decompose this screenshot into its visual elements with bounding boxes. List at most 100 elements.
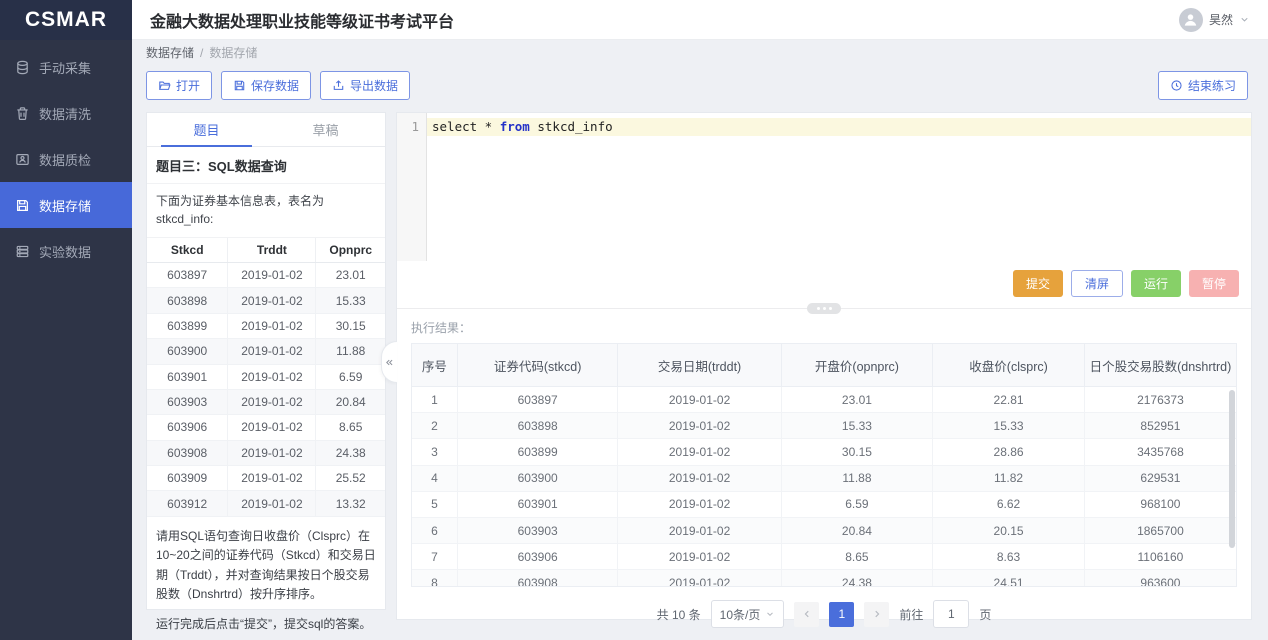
next-page-button[interactable] xyxy=(864,602,889,627)
table-cell: 2019-01-02 xyxy=(618,544,781,570)
save-data-button-label: 保存数据 xyxy=(251,77,299,94)
current-page-button[interactable]: 1 xyxy=(829,602,854,627)
user-name: 昊然 xyxy=(1209,11,1233,28)
table-cell: 2 xyxy=(412,413,457,439)
table-row: 36038992019-01-0230.1528.863435768 xyxy=(412,439,1236,465)
table-cell: 603900 xyxy=(457,465,618,491)
table-cell: 2019-01-02 xyxy=(618,439,781,465)
user-menu[interactable]: 昊然 xyxy=(1179,8,1250,32)
floppy-icon xyxy=(15,198,30,213)
folder-open-icon xyxy=(158,79,171,92)
page-title: 金融大数据处理职业技能等级证书考试平台 xyxy=(150,8,454,32)
table-cell: 23.01 xyxy=(781,387,933,413)
table-cell: 5 xyxy=(412,491,457,517)
end-practice-button[interactable]: 结束练习 xyxy=(1158,71,1248,100)
table-cell: 852951 xyxy=(1084,413,1236,439)
pagination: 共 10 条 10条/页 1 前往 页 xyxy=(411,600,1237,628)
table-cell: 28.86 xyxy=(933,439,1085,465)
tab-question[interactable]: 题目 xyxy=(147,113,266,146)
table-cell: 2019-01-02 xyxy=(228,364,316,389)
submit-button[interactable]: 提交 xyxy=(1013,270,1063,297)
export-icon xyxy=(332,79,345,92)
sql-keyword: from xyxy=(500,119,530,134)
table-cell: 603901 xyxy=(147,364,228,389)
workspace-panel: 1 select * from stkcd_info 提交 清屏 运行 暂停 执… xyxy=(396,112,1252,620)
table-cell: 24.51 xyxy=(933,570,1085,587)
export-data-button[interactable]: 导出数据 xyxy=(320,71,410,100)
table-cell: 2019-01-02 xyxy=(228,263,316,288)
table-cell: 629531 xyxy=(1084,465,1236,491)
database-icon xyxy=(15,60,30,75)
goto-label: 前往 xyxy=(899,606,923,623)
sidebar-item-data-storage[interactable]: 数据存储 xyxy=(0,182,132,228)
sidebar-item-label: 数据存储 xyxy=(39,196,91,215)
table-row: 6039062019-01-028.65 xyxy=(147,415,385,440)
user-icon xyxy=(1182,11,1199,28)
table-cell: 25.52 xyxy=(316,466,385,491)
table-cell: 6.59 xyxy=(316,364,385,389)
question-tabs: 题目 草稿 xyxy=(147,113,385,147)
table-cell: 4 xyxy=(412,465,457,491)
panel-collapse-handle[interactable] xyxy=(381,341,397,383)
table-cell: 20.84 xyxy=(316,389,385,414)
table-cell: 603897 xyxy=(147,263,228,288)
sidebar-item-label: 数据清洗 xyxy=(39,104,91,123)
save-data-button[interactable]: 保存数据 xyxy=(221,71,311,100)
sidebar-nav: 手动采集 数据清洗 数据质检 数据存储 实验数据 xyxy=(0,40,132,274)
line-number: 1 xyxy=(397,118,419,136)
question-instructions: 请用SQL语句查询日收盘价（Clsprc）在10~20之间的证券代码（Stkcd… xyxy=(147,517,385,605)
sql-editor[interactable]: 1 select * from stkcd_info xyxy=(397,113,1251,261)
breadcrumb-section[interactable]: 数据存储 xyxy=(146,44,194,61)
double-chevron-left-icon xyxy=(384,357,395,368)
column-header: 收盘价(clsprc) xyxy=(933,344,1085,387)
sidebar-item-label: 手动采集 xyxy=(39,58,91,77)
open-button-label: 打开 xyxy=(176,77,200,94)
results-table-container: 序号证券代码(stkcd)交易日期(trddt)开盘价(opnprc)收盘价(c… xyxy=(411,343,1237,587)
table-scrollbar[interactable] xyxy=(1229,390,1235,548)
table-row: 6039032019-01-0220.84 xyxy=(147,389,385,414)
table-cell: 15.33 xyxy=(933,413,1085,439)
table-row: 66039032019-01-0220.8420.151865700 xyxy=(412,517,1236,543)
tab-draft[interactable]: 草稿 xyxy=(266,113,385,146)
table-cell: 1865700 xyxy=(1084,517,1236,543)
page-size-select[interactable]: 10条/页 xyxy=(711,600,785,628)
table-cell: 20.15 xyxy=(933,517,1085,543)
sidebar-item-data-cleaning[interactable]: 数据清洗 xyxy=(0,90,132,136)
sidebar-item-manual-collection[interactable]: 手动采集 xyxy=(0,44,132,90)
table-cell: 603906 xyxy=(147,415,228,440)
table-cell: 2019-01-02 xyxy=(228,491,316,516)
table-row: 6039012019-01-026.59 xyxy=(147,364,385,389)
table-cell: 2019-01-02 xyxy=(228,288,316,313)
prev-page-button[interactable] xyxy=(794,602,819,627)
sidebar-item-experiment-data[interactable]: 实验数据 xyxy=(0,228,132,274)
splitter-drag-handle[interactable] xyxy=(807,303,841,314)
column-header: Stkcd xyxy=(147,238,228,263)
sql-text: select * xyxy=(432,119,500,134)
table-cell: 13.32 xyxy=(316,491,385,516)
sidebar-item-label: 实验数据 xyxy=(39,242,91,261)
table-row: 6039082019-01-0224.38 xyxy=(147,440,385,465)
goto-page-input[interactable] xyxy=(933,600,969,628)
table-cell: 8.63 xyxy=(933,544,1085,570)
avatar xyxy=(1179,8,1203,32)
editor-code-area[interactable]: select * from stkcd_info xyxy=(427,113,1251,261)
table-cell: 603901 xyxy=(457,491,618,517)
pause-button[interactable]: 暂停 xyxy=(1189,270,1239,297)
run-button[interactable]: 运行 xyxy=(1131,270,1181,297)
question-note: 运行完成后点击“提交”，提交sql的答案。 xyxy=(147,605,385,634)
table-cell: 11.82 xyxy=(933,465,1085,491)
clear-screen-button[interactable]: 清屏 xyxy=(1071,270,1123,297)
table-cell: 7 xyxy=(412,544,457,570)
table-cell: 2019-01-02 xyxy=(618,465,781,491)
sidebar-item-data-quality[interactable]: 数据质检 xyxy=(0,136,132,182)
table-cell: 15.33 xyxy=(781,413,933,439)
toolbar: 打开 保存数据 导出数据 结束练习 xyxy=(146,71,1248,100)
table-header-row: 序号证券代码(stkcd)交易日期(trddt)开盘价(opnprc)收盘价(c… xyxy=(412,344,1236,387)
action-bar: 提交 清屏 运行 暂停 xyxy=(397,261,1251,309)
chevron-right-icon xyxy=(872,609,882,619)
chevron-down-icon xyxy=(765,609,775,619)
table-row: 16038972019-01-0223.0122.812176373 xyxy=(412,387,1236,413)
open-button[interactable]: 打开 xyxy=(146,71,212,100)
table-row: 86039082019-01-0224.3824.51963600 xyxy=(412,570,1236,587)
table-cell: 603898 xyxy=(457,413,618,439)
